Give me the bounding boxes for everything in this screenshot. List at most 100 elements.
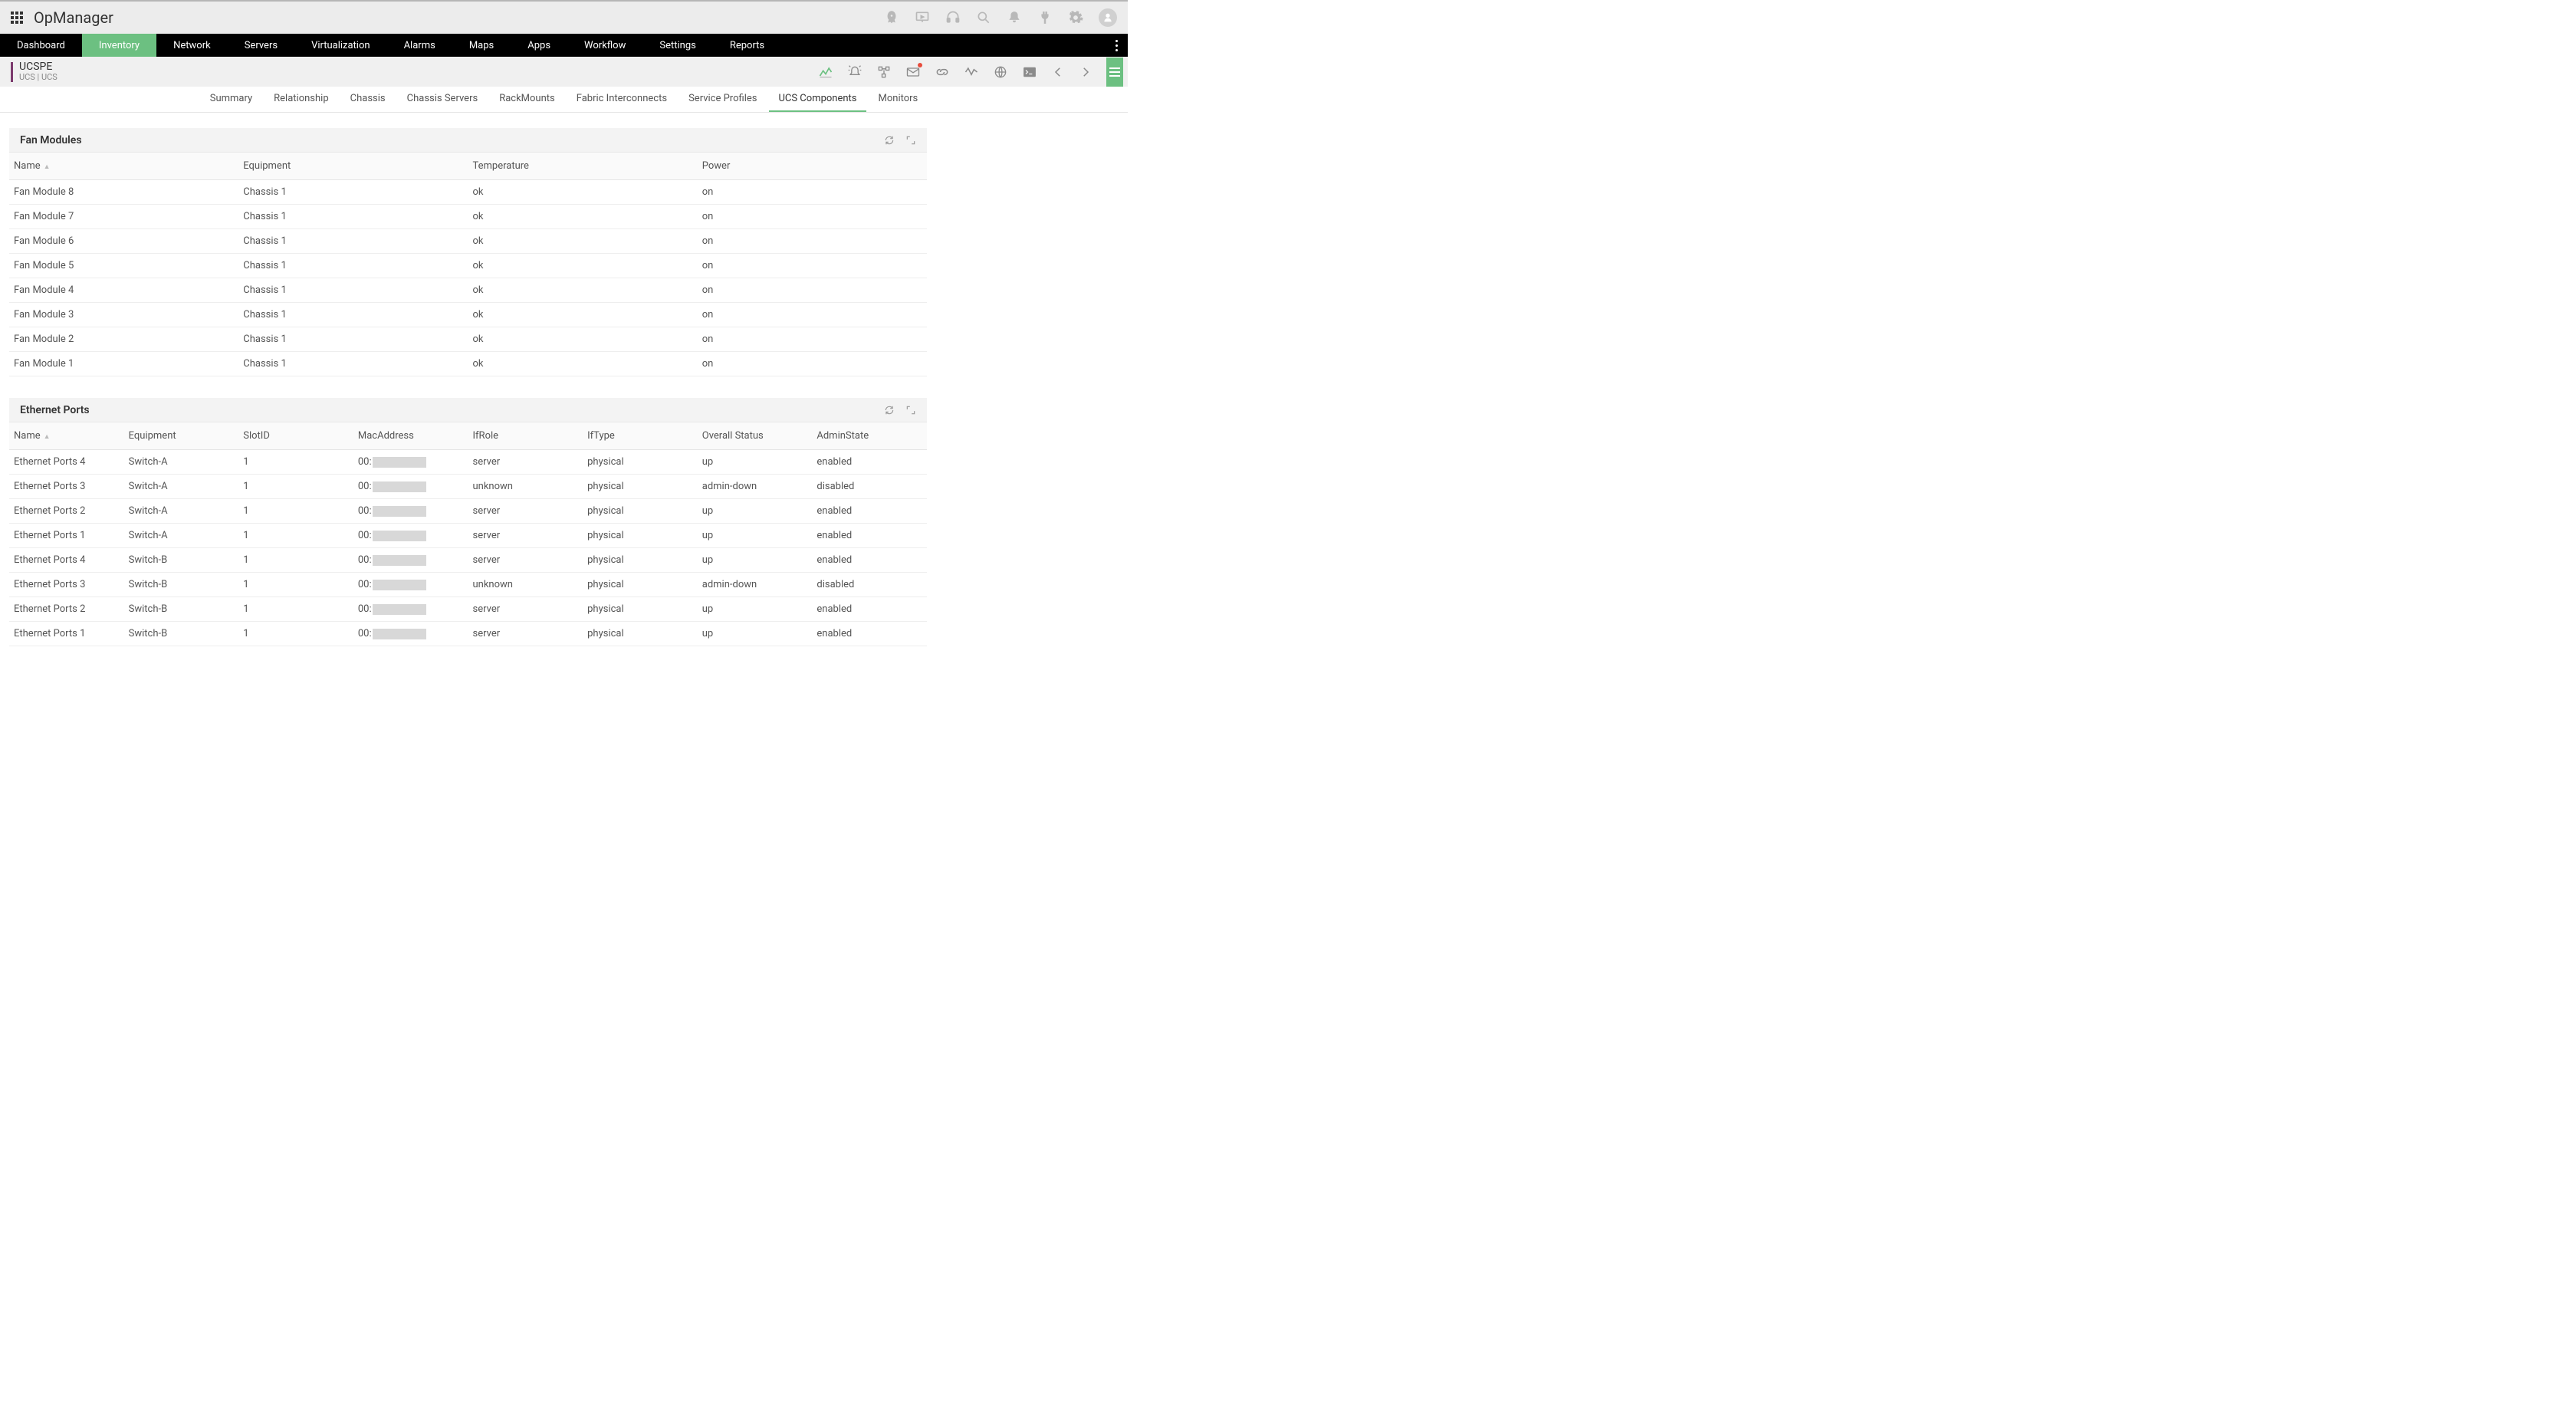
tab-summary[interactable]: Summary — [201, 87, 261, 112]
cell-ifrole: server — [468, 597, 583, 622]
col-mac[interactable]: MacAddress — [353, 422, 468, 450]
tab-chassis-servers[interactable]: Chassis Servers — [398, 87, 488, 112]
alarm-icon[interactable] — [847, 64, 863, 80]
col-admin[interactable]: AdminState — [812, 422, 927, 450]
device-title-block: UCSPE UCS | UCS — [19, 61, 58, 82]
nav-item-workflow[interactable]: Workflow — [567, 34, 642, 57]
col-ifrole[interactable]: IfRole — [468, 422, 583, 450]
ethernet-ports-panel: Ethernet Ports Name▲ Equipment SlotID Ma… — [9, 398, 927, 646]
col-iftype[interactable]: IfType — [583, 422, 698, 450]
cell-power: on — [698, 205, 927, 229]
refresh-icon[interactable] — [884, 405, 895, 416]
nav-item-virtualization[interactable]: Virtualization — [294, 34, 387, 57]
hamburger-icon[interactable] — [1106, 58, 1123, 87]
chart-icon[interactable] — [818, 64, 833, 80]
table-row[interactable]: Fan Module 2Chassis 1okon — [9, 327, 927, 352]
cell-name: Ethernet Ports 4 — [9, 450, 124, 475]
table-row[interactable]: Ethernet Ports 2Switch-A100:serverphysic… — [9, 499, 927, 524]
next-icon[interactable] — [1079, 65, 1092, 79]
user-avatar[interactable] — [1099, 8, 1117, 27]
topology-icon[interactable] — [876, 64, 892, 80]
nav-item-settings[interactable]: Settings — [642, 34, 712, 57]
cell-status: admin-down — [698, 475, 813, 499]
device-accent — [11, 62, 13, 82]
col-temperature[interactable]: Temperature — [468, 153, 698, 180]
gear-icon[interactable] — [1068, 10, 1083, 25]
tab-ucs-components[interactable]: UCS Components — [769, 87, 866, 112]
expand-icon[interactable] — [905, 405, 916, 416]
col-name[interactable]: Name▲ — [9, 153, 238, 180]
col-name[interactable]: Name▲ — [9, 422, 124, 450]
nav-item-reports[interactable]: Reports — [713, 34, 781, 57]
cell-power: on — [698, 229, 927, 254]
nav-item-inventory[interactable]: Inventory — [82, 34, 156, 57]
table-row[interactable]: Fan Module 7Chassis 1okon — [9, 205, 927, 229]
table-row[interactable]: Ethernet Ports 3Switch-B100:unknownphysi… — [9, 573, 927, 597]
nav-item-dashboard[interactable]: Dashboard — [0, 34, 82, 57]
cell-name: Ethernet Ports 3 — [9, 573, 124, 597]
nav-item-maps[interactable]: Maps — [452, 34, 511, 57]
link-icon[interactable] — [935, 64, 950, 80]
col-equipment[interactable]: Equipment — [238, 153, 468, 180]
prev-icon[interactable] — [1051, 65, 1065, 79]
cell-slot: 1 — [238, 622, 353, 646]
refresh-icon[interactable] — [884, 135, 895, 146]
panel-title: Fan Modules — [20, 134, 82, 146]
redacted-mac — [373, 555, 426, 566]
cell-power: on — [698, 278, 927, 303]
tab-monitors[interactable]: Monitors — [869, 87, 928, 112]
cell-iftype: physical — [583, 450, 698, 475]
cell-iftype: physical — [583, 475, 698, 499]
device-name: UCSPE — [19, 61, 58, 73]
cell-equipment: Switch-B — [124, 573, 239, 597]
table-row[interactable]: Ethernet Ports 3Switch-A100:unknownphysi… — [9, 475, 927, 499]
cell-temp: ok — [468, 254, 698, 278]
cell-mac: 00: — [353, 622, 468, 646]
cell-name: Fan Module 1 — [9, 352, 238, 376]
search-icon[interactable] — [976, 10, 991, 25]
tab-fabric-interconnects[interactable]: Fabric Interconnects — [567, 87, 676, 112]
cell-slot: 1 — [238, 499, 353, 524]
headset-icon[interactable] — [945, 10, 961, 25]
nav-item-apps[interactable]: Apps — [511, 34, 567, 57]
table-row[interactable]: Ethernet Ports 4Switch-A100:serverphysic… — [9, 450, 927, 475]
table-row[interactable]: Ethernet Ports 1Switch-B100:serverphysic… — [9, 622, 927, 646]
cell-mac: 00: — [353, 597, 468, 622]
presentation-icon[interactable] — [915, 10, 930, 25]
table-row[interactable]: Fan Module 5Chassis 1okon — [9, 254, 927, 278]
nav-item-network[interactable]: Network — [156, 34, 228, 57]
apps-grid-icon[interactable] — [11, 12, 23, 24]
col-slotid[interactable]: SlotID — [238, 422, 353, 450]
expand-icon[interactable] — [905, 135, 916, 146]
nav-item-alarms[interactable]: Alarms — [387, 34, 452, 57]
tab-relationship[interactable]: Relationship — [264, 87, 337, 112]
table-row[interactable]: Fan Module 3Chassis 1okon — [9, 303, 927, 327]
terminal-icon[interactable] — [1022, 64, 1037, 80]
tab-rackmounts[interactable]: RackMounts — [490, 87, 564, 112]
bell-icon[interactable] — [1007, 10, 1022, 25]
col-equipment[interactable]: Equipment — [124, 422, 239, 450]
table-row[interactable]: Ethernet Ports 2Switch-B100:serverphysic… — [9, 597, 927, 622]
nav-item-servers[interactable]: Servers — [228, 34, 294, 57]
cell-iftype: physical — [583, 573, 698, 597]
table-row[interactable]: Fan Module 4Chassis 1okon — [9, 278, 927, 303]
table-row[interactable]: Fan Module 8Chassis 1okon — [9, 180, 927, 205]
rocket-icon[interactable] — [884, 10, 899, 25]
table-row[interactable]: Ethernet Ports 4Switch-B100:serverphysic… — [9, 548, 927, 573]
cell-equipment: Chassis 1 — [238, 278, 468, 303]
device-actions — [818, 58, 1123, 87]
col-power[interactable]: Power — [698, 153, 927, 180]
panel-header: Fan Modules — [9, 128, 927, 153]
tab-service-profiles[interactable]: Service Profiles — [679, 87, 766, 112]
mail-icon[interactable] — [905, 64, 921, 80]
nav-more-icon[interactable] — [1105, 34, 1128, 57]
activity-icon[interactable] — [964, 64, 979, 80]
globe-icon[interactable] — [993, 64, 1008, 80]
table-row[interactable]: Ethernet Ports 1Switch-A100:serverphysic… — [9, 524, 927, 548]
plug-icon[interactable] — [1037, 10, 1053, 25]
table-row[interactable]: Fan Module 6Chassis 1okon — [9, 229, 927, 254]
table-row[interactable]: Fan Module 1Chassis 1okon — [9, 352, 927, 376]
tab-chassis[interactable]: Chassis — [341, 87, 395, 112]
col-overall[interactable]: Overall Status — [698, 422, 813, 450]
cell-temp: ok — [468, 180, 698, 205]
